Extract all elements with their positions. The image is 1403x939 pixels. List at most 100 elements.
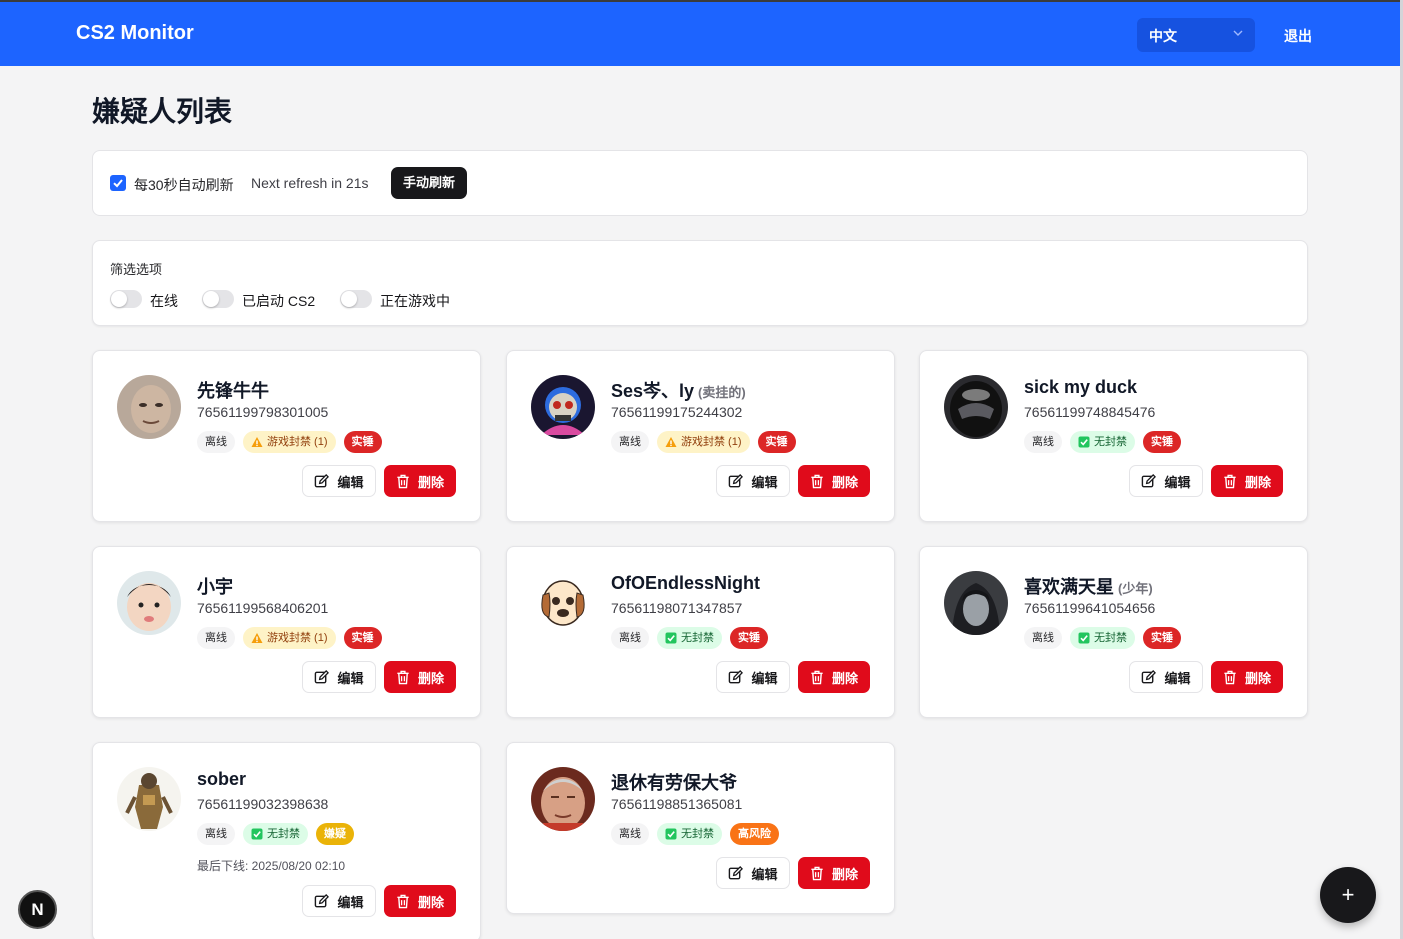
check-icon — [665, 632, 677, 644]
edit-icon — [729, 865, 744, 879]
auto-refresh-checkbox[interactable] — [110, 175, 126, 191]
check-icon — [1078, 632, 1090, 644]
edit-button[interactable]: 编辑 — [302, 465, 376, 497]
ban-status-text: 游戏封禁 (1) — [267, 436, 328, 448]
check-icon — [665, 828, 677, 840]
edit-icon — [1142, 473, 1157, 487]
ban-status-text: 无封禁 — [681, 632, 714, 644]
add-suspect-button[interactable]: + — [1320, 867, 1376, 923]
edit-button-label: 编辑 — [337, 670, 364, 686]
last-offline-time: 最后下线: 2025/08/20 02:10 — [197, 859, 346, 873]
avatar — [117, 767, 181, 831]
status-badges: 离线 游戏封禁 (1) 实锤 — [197, 431, 382, 453]
suspect-card: Ses岑、ly (卖挂的) 76561199175244302 离线 游戏封禁 (1) 实… — [506, 350, 895, 522]
edit-button[interactable]: 编辑 — [302, 661, 376, 693]
tag-text: 实锤 — [1151, 436, 1173, 448]
status-badges: 离线 无封禁 嫌疑 — [197, 823, 354, 845]
edit-icon — [315, 893, 330, 907]
suspect-name: 小宇 — [197, 573, 233, 599]
auto-refresh-label[interactable]: 每30秒自动刷新 — [134, 175, 234, 195]
suspect-name-text: OfOEndlessNight — [611, 573, 761, 593]
steam-id: 76561199568406201 — [197, 600, 329, 616]
suspect-name: 喜欢满天星 (少年) — [1024, 573, 1153, 599]
filter-title: 筛选选项 — [110, 262, 163, 277]
trash-icon — [397, 474, 409, 488]
status-badges: 离线 无封禁 实锤 — [1024, 431, 1181, 453]
suspect-card: 喜欢满天星 (少年) 76561199641054656 离线 无封禁 实锤 编辑 删除 — [919, 546, 1308, 718]
ban-status-badge: 游戏封禁 (1) — [243, 431, 336, 453]
suspect-card: sick my duck 76561199748845476 离线 无封禁 实锤 编辑 删除 — [919, 350, 1308, 522]
dev-tools-badge[interactable]: N — [18, 890, 57, 929]
edit-button[interactable]: 编辑 — [716, 465, 790, 497]
edit-icon — [1142, 669, 1157, 683]
page-title: 嫌疑人列表 — [92, 96, 233, 127]
delete-button[interactable]: 删除 — [798, 857, 870, 889]
delete-button[interactable]: 删除 — [798, 465, 870, 497]
suspect-card: 退休有劳保大爷 76561198851365081 离线 无封禁 高风险 编辑 删除 — [506, 742, 895, 914]
edit-button[interactable]: 编辑 — [1129, 661, 1203, 693]
ban-status-text: 无封禁 — [681, 828, 714, 840]
language-select[interactable]: 中文 — [1137, 18, 1255, 52]
delete-button-label: 删除 — [417, 670, 444, 686]
ban-status-badge: 无封禁 — [657, 823, 722, 845]
ban-status-badge: 游戏封禁 (1) — [243, 627, 336, 649]
delete-button[interactable]: 删除 — [384, 885, 456, 917]
high-risk-badge: 高风险 — [730, 823, 779, 845]
tag-text: 高风险 — [738, 828, 771, 840]
delete-button[interactable]: 删除 — [1211, 465, 1283, 497]
confirmed-cheater-badge: 实锤 — [343, 627, 382, 649]
ban-status-badge: 游戏封禁 (1) — [657, 431, 750, 453]
edit-button-label: 编辑 — [1164, 474, 1191, 490]
suspect-alias: (卖挂的) — [698, 385, 746, 400]
trash-icon — [1224, 474, 1236, 488]
delete-button[interactable]: 删除 — [384, 465, 456, 497]
edit-button[interactable]: 编辑 — [716, 857, 790, 889]
warning-icon — [665, 437, 677, 447]
online-status-text: 离线 — [619, 632, 641, 644]
filter-panel: 筛选选项 在线 已启动 CS2 正在游戏中 — [92, 240, 1308, 326]
filter-in-game-toggle[interactable] — [340, 290, 372, 308]
edit-button[interactable]: 编辑 — [716, 661, 790, 693]
next-refresh-countdown: Next refresh in 21s — [251, 175, 369, 191]
delete-button[interactable]: 删除 — [798, 661, 870, 693]
trash-icon — [811, 474, 823, 488]
online-status-text: 离线 — [205, 436, 227, 448]
check-icon — [113, 179, 123, 188]
confirmed-cheater-badge: 实锤 — [343, 431, 382, 453]
steam-id: 76561199175244302 — [611, 404, 743, 420]
check-icon — [251, 828, 263, 840]
suspect-card: sober 76561199032398638 离线 无封禁 嫌疑 最后下线: 2025/… — [92, 742, 481, 939]
online-status-text: 离线 — [1032, 632, 1054, 644]
warning-icon — [251, 437, 263, 447]
edit-button-label: 编辑 — [337, 894, 364, 910]
brand-logo[interactable]: CS2 Monitor — [76, 22, 194, 45]
logout-button[interactable]: 退出 — [1284, 26, 1312, 46]
avatar — [944, 571, 1008, 635]
manual-refresh-button[interactable]: 手动刷新 — [391, 167, 468, 199]
filter-online-toggle[interactable] — [110, 290, 142, 308]
online-status-badge: 离线 — [197, 823, 235, 845]
status-badges: 离线 无封禁 高风险 — [611, 823, 779, 845]
steam-id: 76561199798301005 — [197, 404, 329, 420]
filter-in-game-label[interactable]: 正在游戏中 — [380, 291, 450, 311]
top-navbar: CS2 Monitor 中文 退出 — [0, 0, 1400, 66]
delete-button[interactable]: 删除 — [1211, 661, 1283, 693]
tag-text: 实锤 — [1151, 632, 1173, 644]
delete-button-label: 删除 — [831, 866, 858, 882]
filter-online-label[interactable]: 在线 — [150, 291, 178, 311]
tag-text: 实锤 — [765, 436, 788, 448]
confirmed-cheater-badge: 实锤 — [757, 431, 796, 453]
delete-button[interactable]: 删除 — [384, 661, 456, 693]
avatar — [531, 375, 595, 439]
suspect-name-text: sick my duck — [1024, 377, 1138, 397]
filter-cs2-launched-label[interactable]: 已启动 CS2 — [242, 291, 315, 311]
edit-button[interactable]: 编辑 — [1129, 465, 1203, 497]
trash-icon — [397, 894, 409, 908]
tag-text: 嫌疑 — [324, 828, 346, 840]
status-badges: 离线 无封禁 实锤 — [1024, 627, 1181, 649]
filter-cs2-launched-toggle[interactable] — [202, 290, 234, 308]
edit-button-label: 编辑 — [1164, 670, 1191, 686]
edit-button[interactable]: 编辑 — [302, 885, 376, 917]
edit-button-label: 编辑 — [751, 670, 778, 686]
delete-button-label: 删除 — [831, 670, 858, 686]
